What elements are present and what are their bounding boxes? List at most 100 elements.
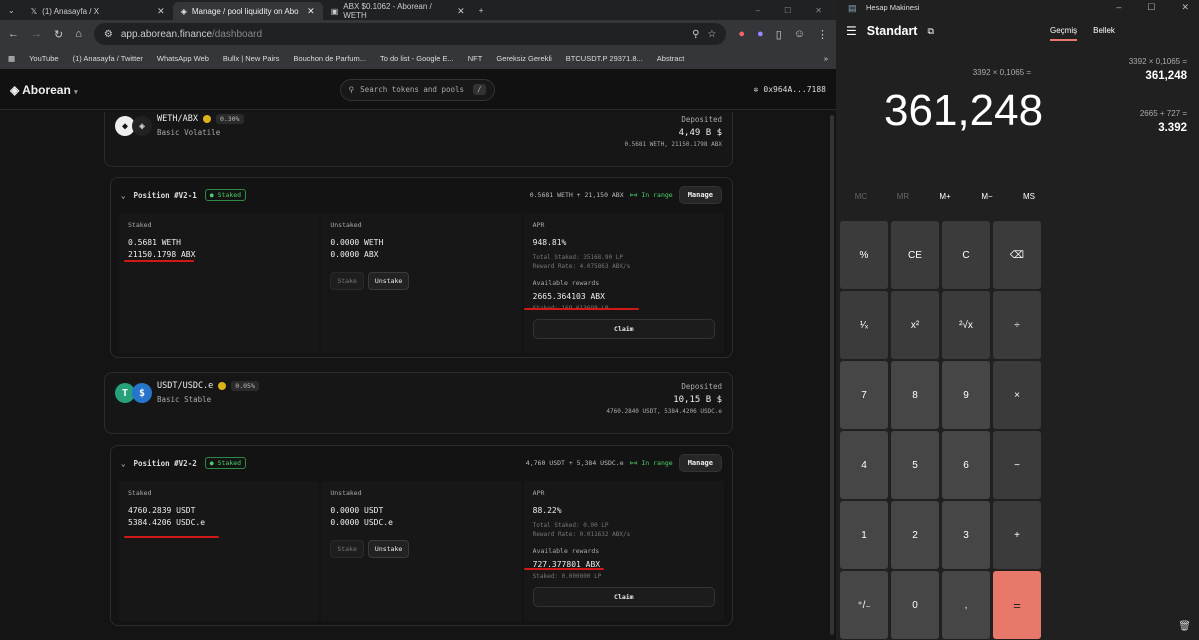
bookmark-item[interactable]: WhatsApp Web: [157, 54, 209, 63]
hamburger-menu-icon[interactable]: ☰: [846, 24, 857, 38]
key-button[interactable]: ⁺/₋: [840, 571, 888, 639]
position-header: ⌄ Position #V2-1 ● Staked 0.5681 WETH + 21,…: [121, 186, 722, 204]
tab-history[interactable]: Geçmiş: [1050, 26, 1078, 41]
memory-key[interactable]: MS: [1008, 192, 1050, 201]
memory-key[interactable]: MR: [882, 192, 924, 201]
bookmark-item[interactable]: Bullx | New Pairs: [223, 54, 280, 63]
bookmark-item[interactable]: Abstract: [657, 54, 685, 63]
key-button[interactable]: +: [993, 501, 1041, 569]
bookmark-item[interactable]: Bouchon de Parfum...: [293, 54, 366, 63]
wallet-button[interactable]: ✲ 0x964A...7188: [754, 85, 826, 94]
pool-name[interactable]: USDT/USDC.e: [157, 381, 213, 391]
extension-icon[interactable]: ●: [738, 28, 745, 40]
key-button[interactable]: =: [993, 571, 1041, 639]
history-item[interactable]: 3392 × 0,1065 = 361,248: [1129, 57, 1187, 82]
tab-abx[interactable]: ▣ ABX $0.1062 - Aborean / WETH ✕: [323, 2, 473, 20]
more-bookmarks-icon[interactable]: »: [824, 54, 828, 63]
deposited-label: Deposited: [681, 115, 722, 124]
bookmark-item[interactable]: (1) Anasayfa / Twitter: [73, 54, 143, 63]
site-settings-icon[interactable]: ⚙: [104, 29, 113, 40]
home-icon[interactable]: ⌂: [75, 28, 82, 40]
position-summary-row: 4,760 USDT + 5,384 USDC.e ⊳⊲ In range Mana…: [526, 454, 722, 472]
profile-avatar[interactable]: ☺: [794, 28, 805, 40]
key-button[interactable]: ²√x: [942, 291, 990, 359]
scrollbar[interactable]: [830, 115, 834, 635]
bookmark-item[interactable]: BTCUSDT.P 29371.8...: [566, 54, 643, 63]
key-button[interactable]: 0: [891, 571, 939, 639]
unstake-button[interactable]: Unstake: [367, 271, 410, 290]
key-button[interactable]: 4: [840, 431, 888, 499]
minimize-icon[interactable]: –: [756, 6, 760, 15]
key-button[interactable]: 8: [891, 361, 939, 429]
aborean-logo[interactable]: ◈ Aborean ▾: [10, 83, 78, 97]
key-button[interactable]: CE: [891, 221, 939, 289]
memory-key[interactable]: M−: [966, 192, 1008, 201]
pool-name[interactable]: WETH/ABX: [157, 114, 198, 124]
tab-search-icon[interactable]: ⌄: [0, 6, 23, 15]
key-button[interactable]: ⌫: [993, 221, 1041, 289]
manage-button[interactable]: Manage: [678, 186, 722, 204]
apr-value: 948.81%: [532, 238, 567, 247]
range-status: ⊳⊲ In range: [630, 191, 673, 199]
key-button[interactable]: C: [942, 221, 990, 289]
key-button[interactable]: ¹⁄ₓ: [840, 291, 888, 359]
close-tab-icon[interactable]: ✕: [457, 6, 465, 17]
back-icon[interactable]: ←: [8, 28, 19, 40]
key-button[interactable]: ,: [942, 571, 990, 639]
key-button[interactable]: 3: [942, 501, 990, 569]
apps-icon[interactable]: ▦: [8, 54, 15, 63]
bookmark-item[interactable]: NFT: [468, 54, 483, 63]
collapse-chevron-icon[interactable]: ⌄: [121, 459, 126, 468]
key-button[interactable]: x²: [891, 291, 939, 359]
key-button[interactable]: 9: [942, 361, 990, 429]
unstaked-amount: 0.0000 ABX: [330, 250, 379, 260]
key-button[interactable]: 1: [840, 501, 888, 569]
manage-button[interactable]: Manage: [678, 454, 722, 472]
zoom-icon[interactable]: ⚲: [692, 29, 699, 40]
maximize-icon[interactable]: ☐: [1147, 2, 1155, 13]
forward-icon[interactable]: →: [31, 28, 42, 40]
key-button[interactable]: ×: [993, 361, 1041, 429]
stake-button[interactable]: Stake: [330, 271, 364, 290]
key-button[interactable]: 6: [942, 431, 990, 499]
tab-aborean[interactable]: ◈ Manage / pool liquidity on Abo ✕: [172, 2, 323, 20]
close-icon[interactable]: ✕: [1181, 2, 1189, 13]
key-button[interactable]: 2: [891, 501, 939, 569]
minimize-icon[interactable]: –: [1116, 2, 1121, 13]
key-button[interactable]: 5: [891, 431, 939, 499]
clear-history-icon[interactable]: 🗑: [1178, 621, 1191, 632]
bookmark-item[interactable]: Gereksiz Gerekli: [496, 54, 551, 63]
close-tab-icon[interactable]: ✕: [157, 6, 165, 17]
wallet-avatar-icon: ✲: [753, 85, 759, 94]
key-button[interactable]: %: [840, 221, 888, 289]
maximize-icon[interactable]: ☐: [784, 6, 791, 15]
close-icon[interactable]: ✕: [815, 6, 822, 15]
claim-button[interactable]: Claim: [532, 318, 715, 339]
url-input[interactable]: ⚙ app.aborean.finance/dashboard ⚲ ☆: [93, 23, 727, 45]
pool-token-icons: T $: [115, 383, 152, 403]
bookmark-star-icon[interactable]: ☆: [707, 29, 716, 40]
bookmark-item[interactable]: To do list - Google E...: [380, 54, 454, 63]
collapse-chevron-icon[interactable]: ⌄: [121, 191, 126, 200]
stake-button[interactable]: Stake: [330, 539, 364, 558]
reload-icon[interactable]: ↻: [54, 28, 63, 41]
memory-key[interactable]: MC: [840, 192, 882, 201]
key-button[interactable]: ÷: [993, 291, 1041, 359]
key-button[interactable]: −: [993, 431, 1041, 499]
tab-memory[interactable]: Bellek: [1093, 26, 1115, 41]
bookmark-item[interactable]: YouTube: [29, 54, 58, 63]
unstake-button[interactable]: Unstake: [367, 539, 410, 558]
extension-icon[interactable]: ●: [757, 28, 764, 40]
memory-key[interactable]: M+: [924, 192, 966, 201]
history-item[interactable]: 2665 + 727 = 3.392: [1140, 109, 1187, 134]
tab-x[interactable]: 𝕏 (1) Anasayfa / X ✕: [23, 2, 173, 20]
new-tab-button[interactable]: +: [473, 6, 490, 15]
extensions-icon[interactable]: ▯: [776, 28, 782, 41]
claim-button[interactable]: Claim: [532, 586, 715, 607]
apr-column: APR 88.22% Total Staked: 0.00 LP Reward Rat…: [523, 481, 724, 621]
close-tab-icon[interactable]: ✕: [307, 6, 315, 17]
menu-icon[interactable]: ⋮: [817, 28, 828, 41]
key-button[interactable]: 7: [840, 361, 888, 429]
search-input[interactable]: ⚲ Search tokens and pools /: [339, 78, 495, 101]
keep-on-top-icon[interactable]: ⧉: [927, 26, 933, 37]
